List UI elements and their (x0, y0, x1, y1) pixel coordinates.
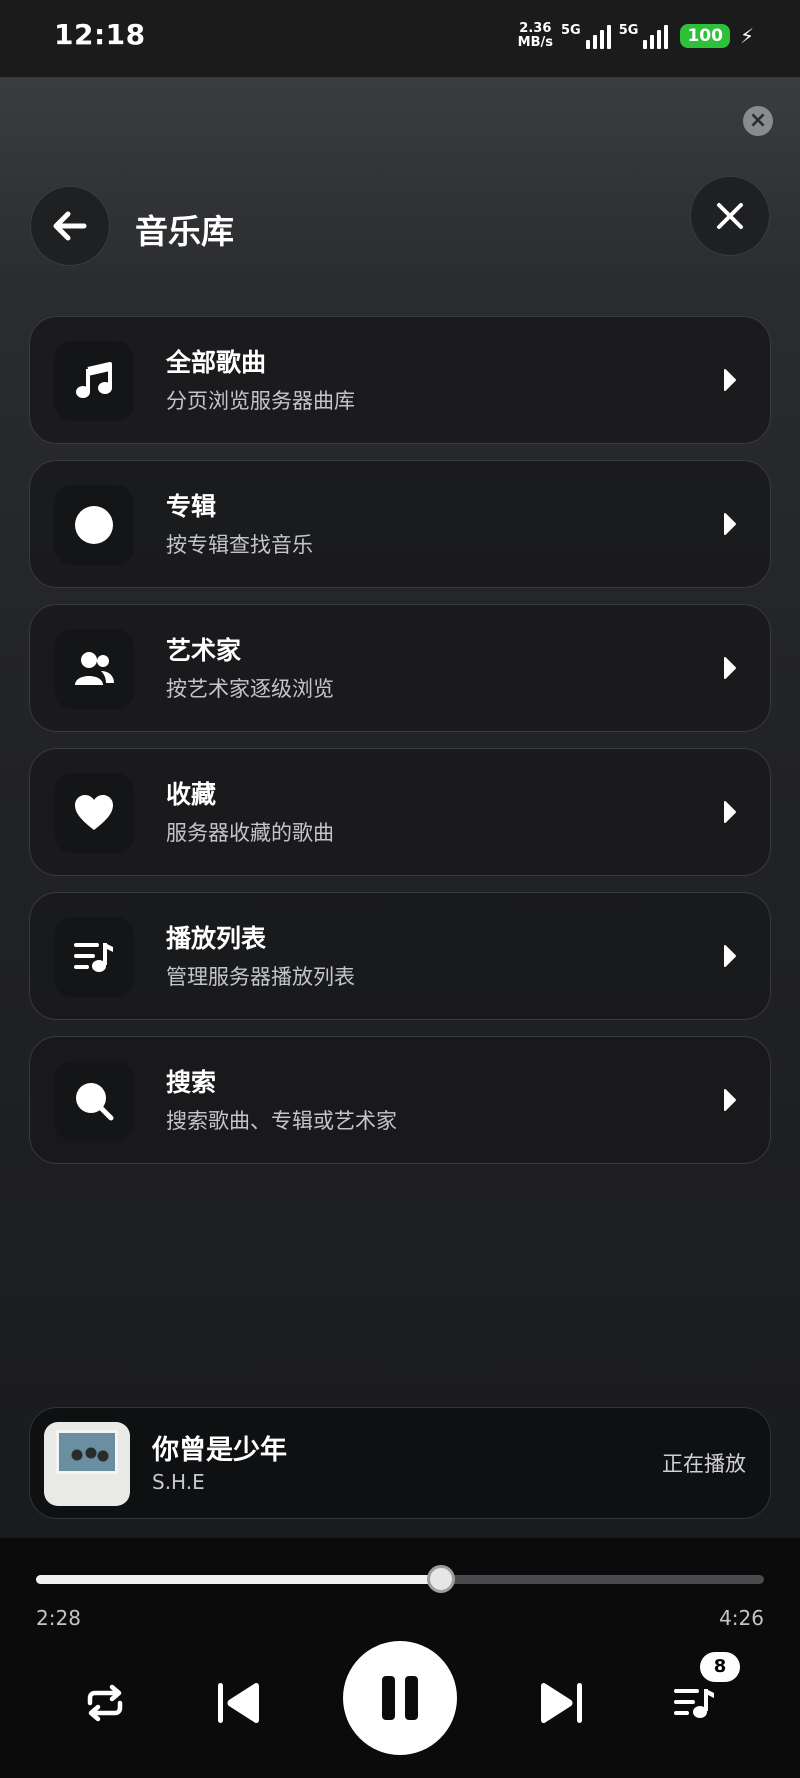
status-icons: 2.36 MB/s 5G 5G 100 ⚡ (518, 18, 754, 54)
total-time: 4:26 (719, 1606, 764, 1630)
chevron-right-icon (724, 513, 736, 535)
battery-indicator: 100 (680, 24, 730, 48)
close-icon (717, 203, 743, 229)
progress-slider[interactable] (36, 1565, 764, 1593)
playlist-icon (74, 943, 113, 972)
skip-previous-icon (218, 1682, 259, 1724)
library-item-search[interactable]: 搜索 搜索歌曲、专辑或艺术家 (29, 1036, 771, 1164)
net-speed: 2.36 MB/s (517, 21, 554, 50)
heart-icon (75, 795, 113, 830)
close-button[interactable] (690, 176, 770, 256)
search-icon (76, 1083, 114, 1121)
artists-icon (75, 652, 114, 685)
chevron-right-icon (724, 1089, 736, 1111)
previous-button[interactable] (205, 1668, 275, 1738)
library-item-subtitle: 服务器收藏的歌曲 (166, 821, 334, 845)
library-list: 全部歌曲 分页浏览服务器曲库 专辑 按专辑查找音乐 艺术家 按艺术家逐级浏览 收… (29, 316, 771, 1180)
status-time: 12:18 (54, 18, 146, 51)
status-bar: 12:18 2.36 MB/s 5G 5G 100 ⚡ (0, 0, 800, 77)
signal-sim2-icon: 5G (619, 23, 669, 49)
pause-button[interactable] (343, 1641, 457, 1755)
library-item-title: 全部歌曲 (166, 348, 267, 377)
back-button[interactable] (30, 186, 110, 266)
library-item-subtitle: 分页浏览服务器曲库 (166, 389, 355, 413)
next-button[interactable] (525, 1668, 595, 1738)
album-cover (44, 1422, 130, 1506)
library-item-subtitle: 搜索歌曲、专辑或艺术家 (166, 1109, 397, 1133)
chevron-right-icon (724, 369, 736, 391)
charging-icon: ⚡ (739, 24, 754, 48)
album-disc-icon (75, 506, 113, 544)
progress-fill (36, 1575, 441, 1584)
skip-next-icon (541, 1682, 582, 1724)
chevron-right-icon (724, 945, 736, 967)
library-item-title: 搜索 (166, 1068, 217, 1097)
pause-icon (382, 1676, 418, 1720)
queue-count-badge: 8 (700, 1652, 740, 1682)
library-item-title: 收藏 (166, 780, 217, 809)
now-playing-artist: S.H.E (152, 1470, 205, 1494)
signal-sim1-icon: 5G (561, 23, 611, 49)
now-playing-title: 你曾是少年 (152, 1435, 287, 1466)
library-item-albums[interactable]: 专辑 按专辑查找音乐 (29, 460, 771, 588)
library-item-subtitle: 管理服务器播放列表 (166, 965, 355, 989)
arrow-left-icon (53, 211, 87, 241)
now-playing-card[interactable]: 你曾是少年 S.H.E 正在播放 (29, 1407, 771, 1519)
dismiss-sheet-icon[interactable]: × (743, 106, 773, 136)
library-item-playlists[interactable]: 播放列表 管理服务器播放列表 (29, 892, 771, 1020)
repeat-button[interactable] (70, 1668, 140, 1738)
page-title: 音乐库 (135, 212, 234, 251)
library-item-subtitle: 按艺术家逐级浏览 (166, 677, 334, 701)
repeat-icon (87, 1684, 123, 1722)
now-playing-status: 正在播放 (662, 1452, 746, 1476)
current-time: 2:28 (36, 1606, 81, 1630)
library-item-subtitle: 按专辑查找音乐 (166, 533, 313, 557)
library-item-all-songs[interactable]: 全部歌曲 分页浏览服务器曲库 (29, 316, 771, 444)
progress-thumb[interactable] (426, 1565, 455, 1593)
library-item-artists[interactable]: 艺术家 按艺术家逐级浏览 (29, 604, 771, 732)
chevron-right-icon (724, 801, 736, 823)
queue-icon (674, 1689, 714, 1718)
library-item-title: 播放列表 (166, 924, 267, 953)
music-note-icon (76, 362, 112, 398)
library-item-title: 艺术家 (166, 636, 242, 665)
player-bar: 2:28 4:26 8 (0, 1538, 800, 1778)
library-item-favorites[interactable]: 收藏 服务器收藏的歌曲 (29, 748, 771, 876)
library-item-title: 专辑 (166, 492, 217, 521)
chevron-right-icon (724, 657, 736, 679)
